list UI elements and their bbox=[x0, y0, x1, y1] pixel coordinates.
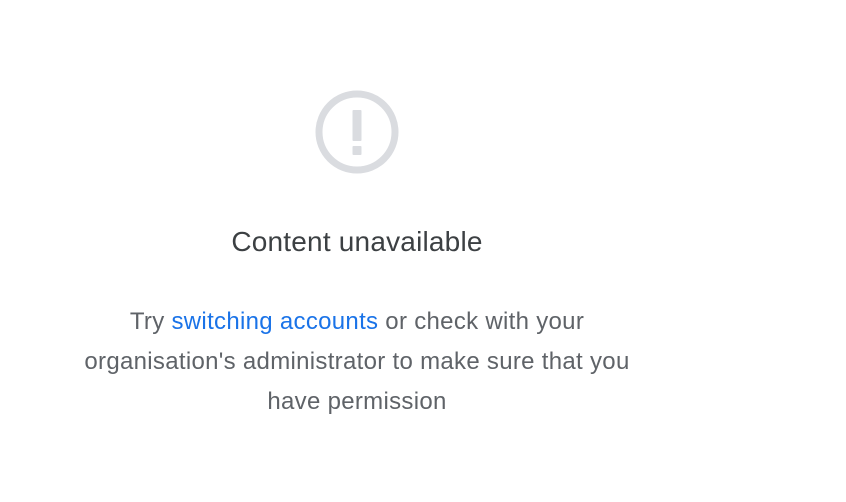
exclamation-circle-icon bbox=[315, 90, 399, 174]
content-unavailable-panel: Content unavailable Try switching accoun… bbox=[0, 0, 714, 502]
error-message: Try switching accounts or check with you… bbox=[78, 302, 636, 422]
error-title: Content unavailable bbox=[231, 226, 483, 257]
message-prefix: Try bbox=[129, 308, 172, 335]
switching-accounts-link[interactable]: switching accounts bbox=[172, 308, 379, 335]
